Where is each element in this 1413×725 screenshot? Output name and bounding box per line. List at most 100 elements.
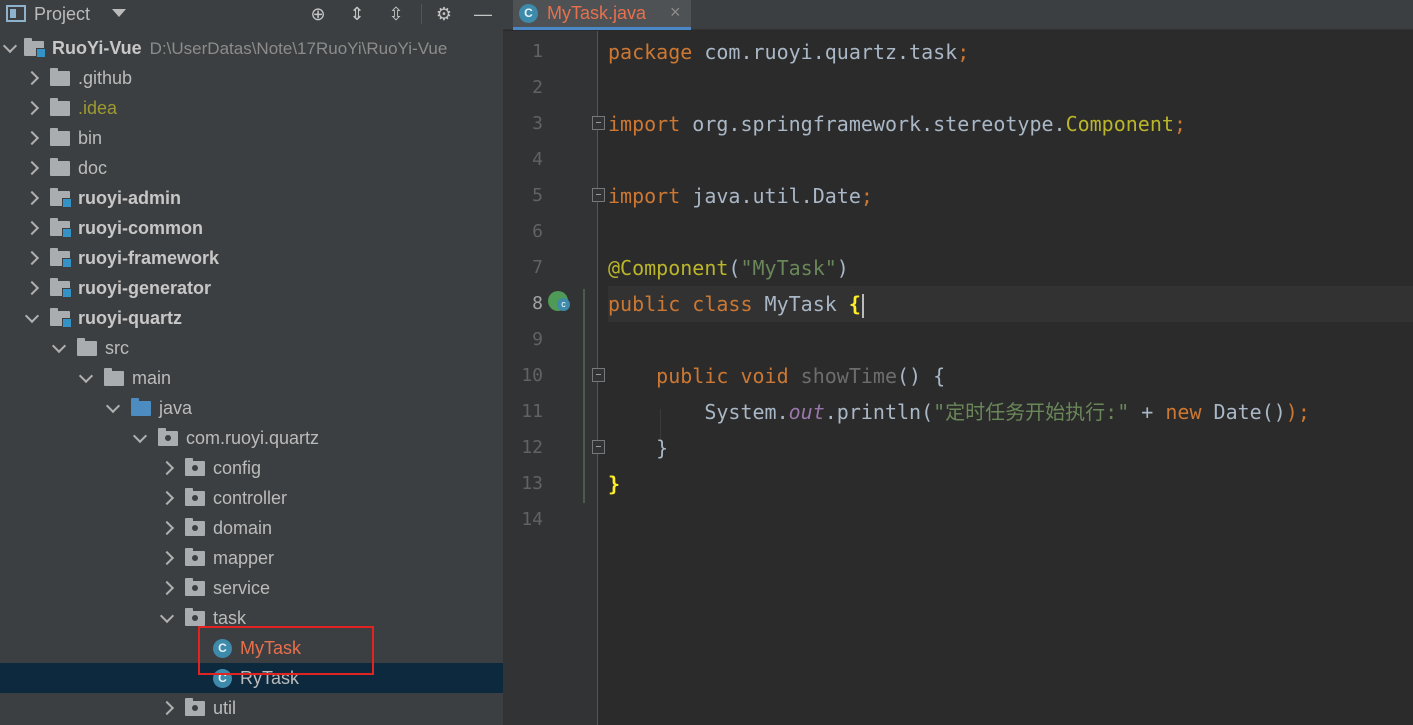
chevron-right-icon[interactable] xyxy=(159,543,173,573)
tree-item-ruoyi-admin[interactable]: ruoyi-admin xyxy=(0,183,503,213)
locate-icon[interactable]: ⊕ xyxy=(306,2,330,26)
expand-all-icon[interactable]: ⇕ xyxy=(345,2,369,26)
tree-item-main[interactable]: main xyxy=(0,363,503,393)
code-line-10: public void showTime() { xyxy=(656,364,946,388)
line-number: 11 xyxy=(521,401,543,422)
tree-item-github[interactable]: .github xyxy=(0,63,503,93)
fold-toggle-icon[interactable] xyxy=(592,188,605,202)
chevron-down-icon[interactable] xyxy=(105,393,119,423)
module-folder-icon xyxy=(50,248,72,268)
fold-toggle-icon[interactable] xyxy=(592,116,605,130)
tree-item-root[interactable]: RuoYi-Vue D:\UserDatas\Note\17RuoYi\RuoYi… xyxy=(0,33,503,63)
tree-item-label: bin xyxy=(78,128,103,148)
chevron-right-icon[interactable] xyxy=(24,153,38,183)
chevron-right-icon[interactable] xyxy=(24,93,38,123)
tree-item-label: config xyxy=(213,458,262,478)
module-folder-icon xyxy=(50,278,72,298)
tree-item-label: src xyxy=(105,338,129,358)
package-icon xyxy=(185,548,205,566)
tree-item-service[interactable]: service xyxy=(0,573,503,603)
tree-item-package[interactable]: com.ruoyi.quartz xyxy=(0,423,503,453)
code-line-13: } xyxy=(608,472,621,496)
chevron-right-icon[interactable] xyxy=(24,273,38,303)
header-divider xyxy=(421,4,422,24)
tree-item-config[interactable]: config xyxy=(0,453,503,483)
tree-item-mapper[interactable]: mapper xyxy=(0,543,503,573)
chevron-right-icon[interactable] xyxy=(159,513,173,543)
tree-item-ruoyi-quartz[interactable]: ruoyi-quartz xyxy=(0,303,503,333)
tree-item-ruoyi-common[interactable]: ruoyi-common xyxy=(0,213,503,243)
tree-item-rytask[interactable]: C RyTask xyxy=(0,663,503,693)
tree-item-util[interactable]: util xyxy=(0,693,503,723)
tab-mytask-java[interactable]: C MyTask.java × xyxy=(513,0,691,30)
project-title[interactable]: Project xyxy=(34,4,90,25)
tree-item-label: ruoyi-common xyxy=(78,218,204,238)
chevron-down-icon[interactable] xyxy=(2,33,16,63)
tree-item-task[interactable]: task xyxy=(0,603,503,633)
tab-label: MyTask.java xyxy=(547,3,647,23)
tree-item-label: domain xyxy=(213,518,273,538)
text-caret xyxy=(861,293,864,318)
chevron-right-icon[interactable] xyxy=(24,183,38,213)
tree-item-mytask[interactable]: C MyTask xyxy=(0,633,503,663)
folder-icon xyxy=(50,68,70,86)
tree-item-doc[interactable]: doc xyxy=(0,153,503,183)
tree-item-label: service xyxy=(213,578,271,598)
chevron-down-icon[interactable] xyxy=(24,303,38,333)
chevron-right-icon[interactable] xyxy=(24,123,38,153)
tree-item-idea[interactable]: .idea xyxy=(0,93,503,123)
chevron-right-icon[interactable] xyxy=(24,243,38,273)
editor-tab-bar: C MyTask.java × xyxy=(503,0,1413,30)
tree-item-src[interactable]: src xyxy=(0,333,503,363)
code-line-8: public class MyTask { xyxy=(608,286,1413,322)
gear-icon[interactable]: ⚙ xyxy=(432,2,456,26)
tree-item-bin[interactable]: bin xyxy=(0,123,503,153)
code-line-11: System.out.println("定时任务开始执行:" + new Dat… xyxy=(704,400,1310,424)
project-tool-window: Project ⊕ ⇕ ⇳ ⚙ — RuoYi-Vue D:\UserDatas\… xyxy=(0,0,503,725)
line-number: 5 xyxy=(532,185,543,206)
chevron-down-icon[interactable] xyxy=(132,423,146,453)
minimize-icon[interactable]: — xyxy=(471,2,495,26)
vcs-change-marker[interactable] xyxy=(583,289,585,503)
folder-icon xyxy=(50,158,70,176)
view-dropdown-icon[interactable] xyxy=(112,9,126,17)
tree-item-label: task xyxy=(213,608,247,628)
root-project-name: RuoYi-Vue xyxy=(52,38,142,58)
chevron-right-icon[interactable] xyxy=(159,693,173,723)
line-number: 2 xyxy=(532,77,543,98)
tree-item-ruoyi-framework[interactable]: ruoyi-framework xyxy=(0,243,503,273)
package-icon xyxy=(185,578,205,596)
collapse-all-icon[interactable]: ⇳ xyxy=(384,2,408,26)
fold-toggle-icon[interactable] xyxy=(592,440,605,454)
tree-item-ruoyi-generator[interactable]: ruoyi-generator xyxy=(0,273,503,303)
module-folder-icon xyxy=(50,308,72,328)
chevron-down-icon[interactable] xyxy=(78,363,92,393)
chevron-right-icon[interactable] xyxy=(159,453,173,483)
chevron-down-icon[interactable] xyxy=(51,333,65,363)
chevron-right-icon[interactable] xyxy=(24,63,38,93)
close-icon[interactable]: × xyxy=(670,2,681,23)
package-icon xyxy=(185,608,205,626)
tree-item-domain[interactable]: domain xyxy=(0,513,503,543)
chevron-right-icon[interactable] xyxy=(24,213,38,243)
project-panel-icon[interactable] xyxy=(6,5,26,22)
tree-item-label: .idea xyxy=(78,98,118,118)
chevron-right-icon[interactable] xyxy=(159,483,173,513)
project-header: Project ⊕ ⇕ ⇳ ⚙ — xyxy=(0,0,503,28)
chevron-right-icon[interactable] xyxy=(159,573,173,603)
chevron-down-icon[interactable] xyxy=(159,603,173,633)
fold-toggle-icon[interactable] xyxy=(592,368,605,382)
tree-item-java[interactable]: java xyxy=(0,393,503,423)
line-number: 6 xyxy=(532,221,543,242)
folder-icon xyxy=(104,368,124,386)
spring-bean-gutter-icon[interactable] xyxy=(548,291,570,311)
line-number: 14 xyxy=(521,509,543,530)
module-folder-icon xyxy=(24,38,46,58)
code-area[interactable]: package com.ruoyi.quartz.task; import or… xyxy=(608,31,1413,725)
tree-item-label: MyTask xyxy=(240,638,302,658)
tree-item-controller[interactable]: controller xyxy=(0,483,503,513)
source-folder-icon xyxy=(131,398,151,416)
